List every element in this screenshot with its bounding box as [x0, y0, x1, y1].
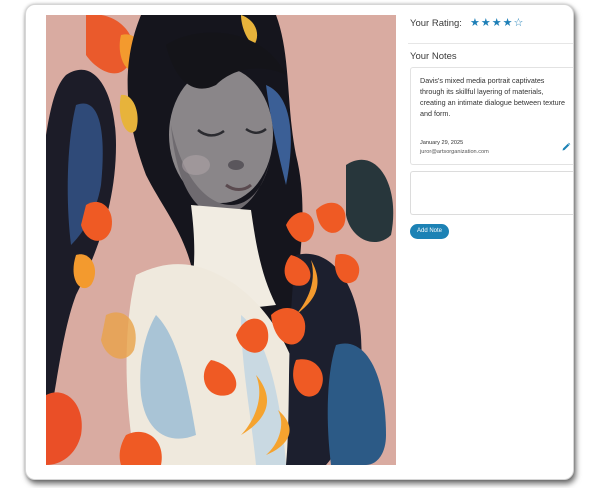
star-icon-3[interactable]: ★: [492, 17, 502, 29]
star-rating[interactable]: ★ ★ ★ ★ ☆: [470, 17, 524, 29]
add-note-button[interactable]: Add Note: [410, 224, 450, 239]
star-icon-1[interactable]: ★: [470, 17, 480, 29]
notes-heading: Your Notes: [410, 51, 457, 62]
note-text: Davis's mixed media portrait captivates …: [420, 76, 566, 118]
star-icon-4[interactable]: ★: [503, 17, 513, 29]
rating-label: Your Rating:: [410, 17, 462, 29]
star-icon-2[interactable]: ★: [481, 17, 491, 29]
artwork-review-card: Your Rating: ★ ★ ★ ★ ☆ Your Notes Davis'…: [25, 4, 574, 480]
note-author: juror@artsorganization.com: [420, 149, 489, 155]
artwork-image: [46, 15, 396, 465]
rating-row: Your Rating: ★ ★ ★ ★ ☆: [410, 15, 524, 31]
note-card: Davis's mixed media portrait captivates …: [410, 67, 573, 165]
note-date: January 29, 2025: [420, 140, 464, 146]
divider: [408, 43, 573, 44]
note-input[interactable]: [410, 171, 573, 215]
pencil-icon[interactable]: [561, 142, 571, 152]
review-panel: Your Rating: ★ ★ ★ ★ ☆ Your Notes Davis'…: [408, 5, 573, 479]
star-icon-5[interactable]: ☆: [513, 17, 523, 29]
